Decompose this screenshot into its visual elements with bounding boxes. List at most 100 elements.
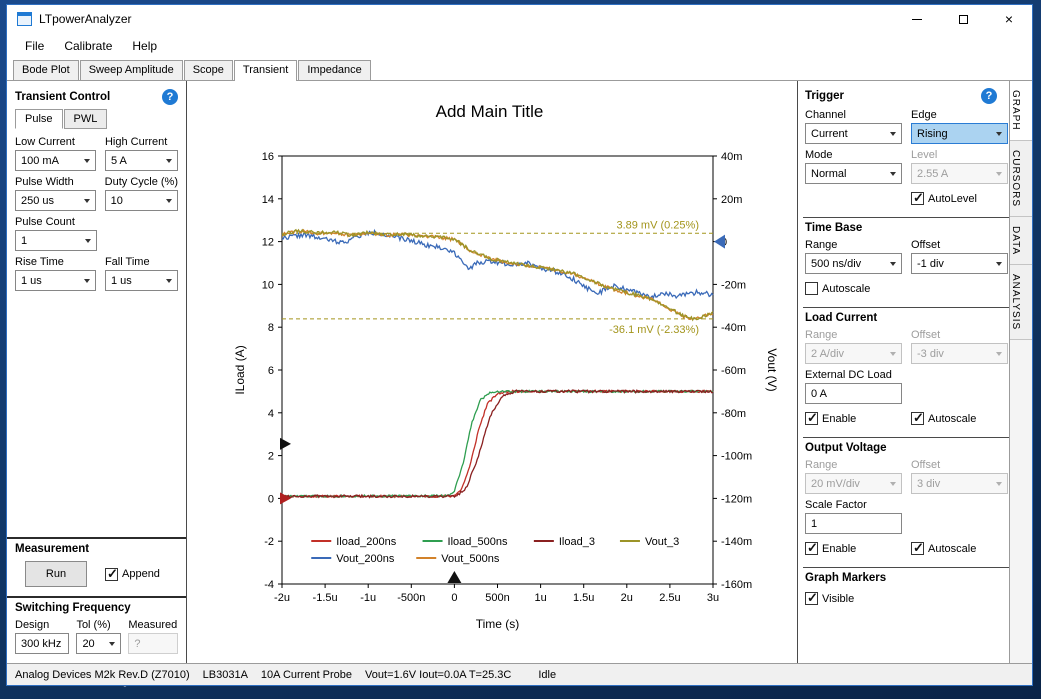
chevron-down-icon (890, 132, 896, 136)
title-bar: LTpowerAnalyzer × (7, 5, 1032, 33)
duty-cycle-select[interactable]: 10 (105, 190, 178, 211)
svg-text:2u: 2u (621, 592, 633, 604)
chevron-down-icon (890, 262, 896, 266)
tab-bode-plot[interactable]: Bode Plot (13, 60, 79, 80)
load-current-enable-checkbox[interactable]: Enable (805, 412, 856, 425)
svg-text:-60m: -60m (721, 365, 746, 377)
legend-label-Iload_3: Iload_3 (559, 536, 595, 548)
waveform-chart[interactable]: Add Main Title-2u-1.5u-1u-500n0500n1u1.5… (187, 81, 797, 663)
svg-text:-500n: -500n (397, 592, 425, 604)
trigger-mode-select[interactable]: Normal (805, 163, 902, 184)
time-base-autoscale-checkbox[interactable]: Autoscale (805, 282, 870, 295)
measured-value: ? (128, 633, 178, 654)
side-tab-analysis[interactable]: ANALYSIS (1010, 265, 1032, 340)
output-voltage-enable-checkbox[interactable]: Enable (805, 542, 856, 555)
chevron-down-icon (166, 159, 172, 163)
chevron-down-icon (996, 352, 1002, 356)
trigger-time-marker (447, 571, 461, 583)
subtab-pwl[interactable]: PWL (64, 109, 108, 129)
combo-value: Normal (811, 168, 887, 180)
autoscale-label: Autoscale (822, 283, 870, 295)
side-tab-cursors[interactable]: CURSORS (1010, 141, 1032, 217)
iload-zero-marker (280, 492, 291, 504)
trigger-edge-select[interactable]: Rising (911, 123, 1008, 144)
close-icon: × (1005, 12, 1013, 26)
output-voltage-title: Output Voltage (805, 442, 887, 454)
svg-text:0: 0 (268, 493, 274, 505)
tab-sweep-amplitude[interactable]: Sweep Amplitude (80, 60, 183, 80)
rise-time-select[interactable]: 1 us (15, 270, 96, 291)
run-button[interactable]: Run (25, 561, 87, 587)
time-base-section: Time Base Range 500 ns/div Offset -1 div (803, 217, 1009, 307)
help-icon[interactable]: ? (162, 89, 178, 105)
checkbox-box (911, 542, 924, 555)
svg-text:1u: 1u (534, 592, 546, 604)
combo-value: 500 ns/div (811, 258, 887, 270)
x-axis-title: Time (s) (476, 617, 520, 631)
output-voltage-autoscale-checkbox[interactable]: Autoscale (911, 542, 976, 555)
svg-text:16: 16 (262, 151, 274, 163)
range-label: Range (805, 239, 902, 251)
checkbox-box (911, 412, 924, 425)
side-tab-data[interactable]: DATA (1010, 217, 1032, 265)
trigger-channel-select[interactable]: Current (805, 123, 902, 144)
output-voltage-section: Output Voltage Range 20 mV/div Offset 3 … (803, 437, 1009, 567)
menu-calibrate[interactable]: Calibrate (54, 35, 122, 57)
legend-label-Iload_500ns: Iload_500ns (448, 536, 508, 548)
design-frequency-input[interactable]: 300 kHz (15, 633, 69, 654)
minimize-button[interactable] (894, 5, 940, 33)
svg-text:20m: 20m (721, 194, 742, 206)
status-probe: 10A Current Probe (261, 669, 352, 681)
load-current-autoscale-checkbox[interactable]: Autoscale (911, 412, 976, 425)
tol-select[interactable]: 20 (76, 633, 121, 654)
checkbox-box (805, 592, 818, 605)
chevron-down-icon (996, 482, 1002, 486)
menu-help[interactable]: Help (122, 35, 167, 57)
fall-time-select[interactable]: 1 us (105, 270, 178, 291)
series-Iload_200ns (282, 390, 713, 497)
autolevel-label: AutoLevel (928, 193, 977, 205)
high-current-select[interactable]: 5 A (105, 150, 178, 171)
help-icon[interactable]: ? (981, 88, 997, 104)
app-icon (17, 12, 32, 26)
svg-text:-2: -2 (264, 536, 274, 548)
transient-control-panel: Transient Control ? Pulse PWL Low Curren… (7, 81, 187, 663)
external-dc-load-input[interactable]: 0 A (805, 383, 902, 404)
series-Iload_500ns (282, 390, 713, 497)
time-base-offset-select[interactable]: -1 div (911, 253, 1008, 274)
menu-file[interactable]: File (15, 35, 54, 57)
maximize-button[interactable] (940, 5, 986, 33)
svg-text:-1u: -1u (360, 592, 376, 604)
autolevel-checkbox[interactable]: AutoLevel (911, 192, 977, 205)
svg-text:8: 8 (268, 322, 274, 334)
output-voltage-offset-select: 3 div (911, 473, 1008, 494)
svg-text:10: 10 (262, 279, 274, 291)
checkbox-box (805, 282, 818, 295)
svg-text:2: 2 (268, 451, 274, 463)
load-current-title: Load Current (805, 312, 877, 324)
time-base-range-select[interactable]: 500 ns/div (805, 253, 902, 274)
low-current-select[interactable]: 100 mA (15, 150, 96, 171)
subtab-pulse[interactable]: Pulse (15, 109, 63, 129)
pulse-count-select[interactable]: 1 (15, 230, 97, 251)
combo-value: 100 mA (21, 155, 81, 167)
range-label: Range (805, 459, 902, 471)
side-tab-graph[interactable]: GRAPH (1010, 81, 1032, 141)
scale-factor-input[interactable]: 1 (805, 513, 902, 534)
tab-transient[interactable]: Transient (234, 60, 297, 81)
combo-value: 20 mV/div (811, 478, 887, 490)
append-checkbox[interactable]: Append (105, 568, 160, 581)
chevron-down-icon (84, 279, 90, 283)
markers-visible-checkbox[interactable]: Visible (805, 592, 854, 605)
combo-value: 1 us (111, 275, 163, 287)
chevron-down-icon (166, 279, 172, 283)
tab-scope[interactable]: Scope (184, 60, 233, 80)
tab-impedance[interactable]: Impedance (298, 60, 370, 80)
svg-text:4: 4 (268, 408, 274, 420)
status-state: Idle (538, 669, 556, 681)
visible-label: Visible (822, 593, 854, 605)
close-button[interactable]: × (986, 5, 1032, 33)
chevron-down-icon (84, 199, 90, 203)
autoscale-label: Autoscale (928, 543, 976, 555)
pulse-width-select[interactable]: 250 us (15, 190, 96, 211)
